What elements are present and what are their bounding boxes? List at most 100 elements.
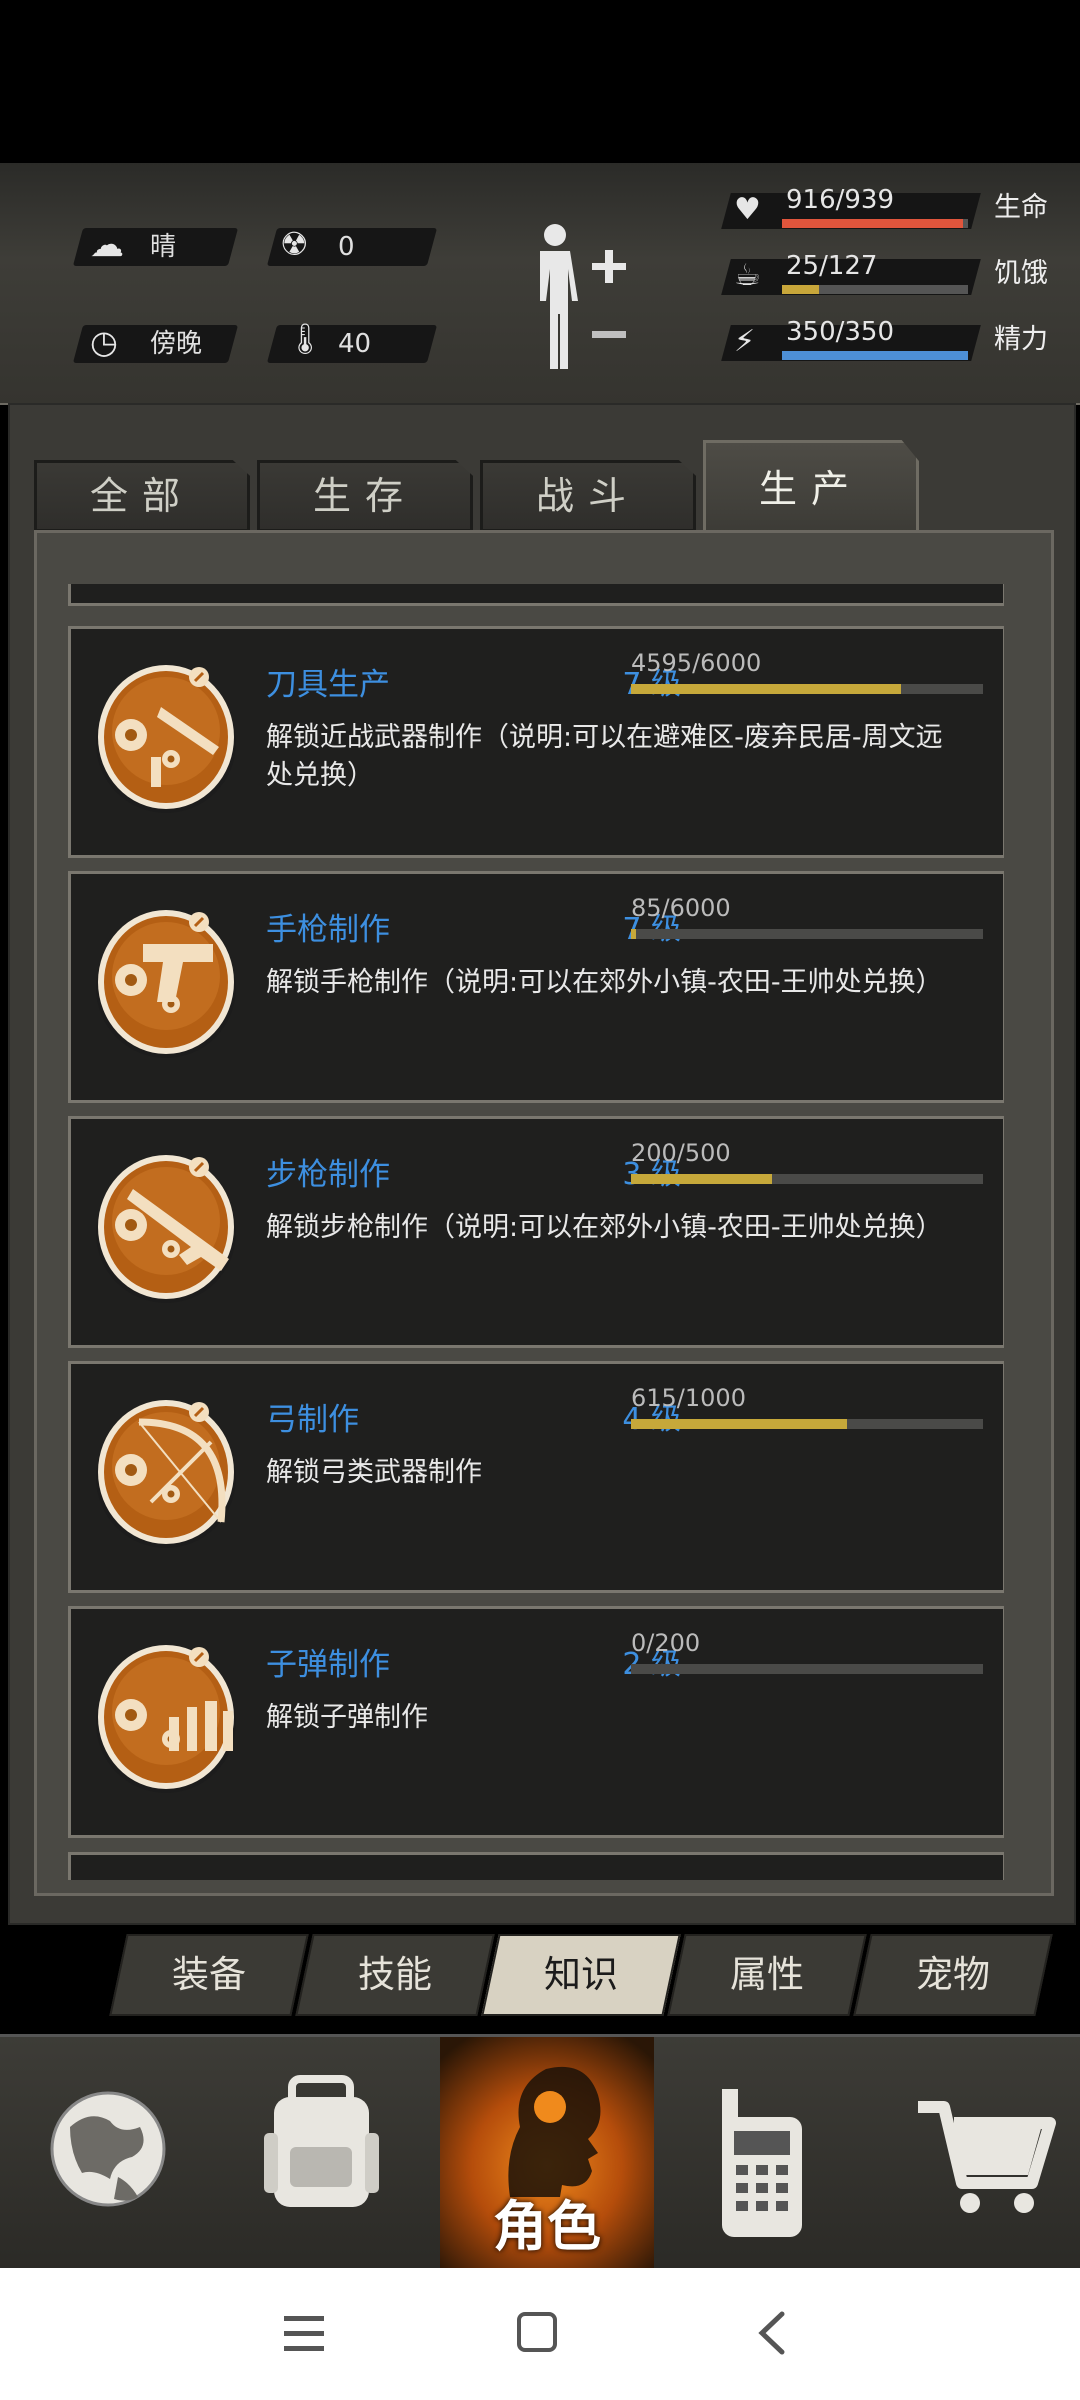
subtab-0[interactable]: 装备	[109, 1934, 309, 2016]
stomach-icon: ☕	[734, 258, 761, 293]
knowledge-item[interactable]: 弓制作 4 级 615/1000 解锁弓类武器制作	[68, 1361, 1004, 1593]
subtab-label: 宠物	[916, 1953, 990, 1996]
stat-value: 916/939	[786, 185, 895, 215]
knowledge-progress-text: 85/6000	[631, 894, 731, 922]
tab-label: 全部	[89, 474, 194, 518]
tab-0[interactable]: 全部	[34, 460, 250, 532]
knowledge-progress-track	[631, 1174, 983, 1184]
knowledge-list[interactable]: 刀具生产 7 级 4595/6000 解锁近战武器制作（说明:可以在避难区-废弃…	[68, 584, 1004, 1880]
system-navigation-bar	[0, 2268, 1080, 2400]
knowledge-progress-text: 0/200	[631, 1629, 701, 1657]
stat-fill	[782, 285, 819, 294]
knowledge-progress-fill	[631, 684, 901, 694]
knowledge-badge	[95, 1635, 237, 1795]
stat-track	[782, 219, 968, 228]
tab-label: 生存	[312, 474, 417, 518]
thermometer-icon: 🌡︎	[286, 322, 325, 357]
cart-icon	[918, 2101, 1056, 2213]
subtab-2[interactable]: 知识	[481, 1934, 681, 2016]
temperature-value: 40	[338, 329, 372, 359]
knowledge-name: 子弹制作	[266, 1647, 390, 1683]
home-icon[interactable]	[515, 2310, 559, 2354]
heart-pulse-icon: ♥	[734, 192, 761, 227]
rifle-icon	[96, 1155, 236, 1303]
pistol-icon	[96, 910, 236, 1058]
knowledge-badge	[95, 900, 237, 1060]
knowledge-description: 解锁步枪制作（说明:可以在郊外小镇-农田-王帅处兑换）	[266, 1212, 943, 1243]
knowledge-badge	[95, 655, 237, 815]
nav-character-button[interactable]: 角色	[440, 2037, 654, 2271]
menu-icon[interactable]	[282, 2312, 328, 2356]
radiation-value: 0	[338, 232, 355, 262]
time-of-day-text: 傍晚	[150, 329, 203, 359]
nav-inventory-button[interactable]	[214, 2037, 428, 2271]
knowledge-progress-fill	[631, 1419, 848, 1429]
subtab-1[interactable]: 技能	[295, 1934, 495, 2016]
weather-text: 晴	[150, 232, 177, 262]
nav-radio-button[interactable]	[654, 2037, 868, 2271]
radiation-icon: ☢	[280, 225, 309, 263]
stat-fill	[782, 351, 968, 360]
knowledge-name: 刀具生产	[266, 667, 390, 703]
subtab-label: 知识	[544, 1953, 618, 1996]
list-item-partial-top	[68, 584, 1004, 606]
subtab-label: 属性	[730, 1953, 804, 1996]
bottom-nav: 角色	[0, 2034, 1080, 2271]
knowledge-progress-track	[631, 684, 983, 694]
knowledge-name: 步枪制作	[266, 1157, 390, 1193]
tab-3[interactable]: 生产	[703, 440, 919, 536]
bullets-icon	[96, 1645, 236, 1793]
knowledge-progress-text: 200/500	[631, 1139, 731, 1167]
tab-label: 生产	[758, 467, 863, 511]
knowledge-item[interactable]: 刀具生产 7 级 4595/6000 解锁近战武器制作（说明:可以在避难区-废弃…	[68, 626, 1004, 858]
stat-track	[782, 285, 968, 294]
stat-label: 精力	[994, 324, 1048, 355]
knowledge-name: 弓制作	[266, 1402, 359, 1438]
knowledge-description: 解锁手枪制作（说明:可以在郊外小镇-农田-王帅处兑换）	[266, 967, 943, 998]
list-item-partial-bottom	[68, 1852, 1004, 1880]
knowledge-description: 解锁弓类武器制作	[266, 1457, 482, 1488]
subtab-4[interactable]: 宠物	[853, 1934, 1053, 2016]
tab-2[interactable]: 战斗	[480, 460, 696, 532]
clock-icon: ◷	[90, 323, 118, 361]
subtab-3[interactable]: 属性	[667, 1934, 867, 2016]
stat-fill	[782, 219, 964, 228]
knowledge-progress-text: 4595/6000	[631, 649, 762, 677]
radio-icon	[722, 2089, 802, 2237]
knowledge-item[interactable]: 步枪制作 3 级 200/500 解锁步枪制作（说明:可以在郊外小镇-农田-王帅…	[68, 1116, 1004, 1348]
knowledge-badge	[95, 1390, 237, 1550]
knowledge-progress-track	[631, 1419, 983, 1429]
knowledge-badge	[95, 1145, 237, 1305]
backpack-icon	[264, 2075, 379, 2207]
energy-icon: ⚡	[734, 324, 756, 359]
globe-icon	[50, 2091, 166, 2207]
nav-shop-button[interactable]	[866, 2037, 1080, 2271]
tab-label: 战斗	[535, 474, 640, 518]
knowledge-progress-track	[631, 1664, 983, 1674]
knowledge-name: 手枪制作	[266, 912, 390, 948]
status-header: ☁ 晴 ☢ 0 ◷ 傍晚 🌡︎ 40 ♥ 916/939 生命 ☕ 25/127…	[0, 163, 1080, 405]
stat-label: 饥饿	[994, 258, 1048, 289]
knowledge-description: 解锁近战武器制作（说明:可以在避难区-废弃民居-周文远处兑换）	[266, 722, 943, 791]
knowledge-progress-fill	[631, 1174, 772, 1184]
knowledge-progress-track	[631, 929, 983, 939]
back-icon[interactable]	[752, 2310, 792, 2356]
stat-label: 生命	[994, 192, 1048, 223]
knowledge-description: 解锁子弹制作	[266, 1702, 428, 1733]
cloud-sun-icon: ☁	[90, 225, 124, 265]
subtab-label: 装备	[172, 1953, 246, 1996]
knowledge-progress-text: 615/1000	[631, 1384, 746, 1412]
subtab-label: 技能	[358, 1953, 432, 1996]
stat-value: 25/127	[786, 251, 878, 281]
nav-map-button[interactable]	[0, 2037, 214, 2271]
tab-1[interactable]: 生存	[257, 460, 473, 532]
knowledge-progress-fill	[631, 929, 636, 939]
bow-icon	[96, 1400, 236, 1548]
nav-character-label: 角色	[493, 2195, 601, 2258]
stat-value: 350/350	[786, 317, 895, 347]
body-figure-icon[interactable]	[520, 223, 630, 373]
stat-track	[782, 351, 968, 360]
knowledge-item[interactable]: 子弹制作 2 级 0/200 解锁子弹制作	[68, 1606, 1004, 1838]
knife-icon	[96, 665, 236, 813]
knowledge-item[interactable]: 手枪制作 7 级 85/6000 解锁手枪制作（说明:可以在郊外小镇-农田-王帅…	[68, 871, 1004, 1103]
